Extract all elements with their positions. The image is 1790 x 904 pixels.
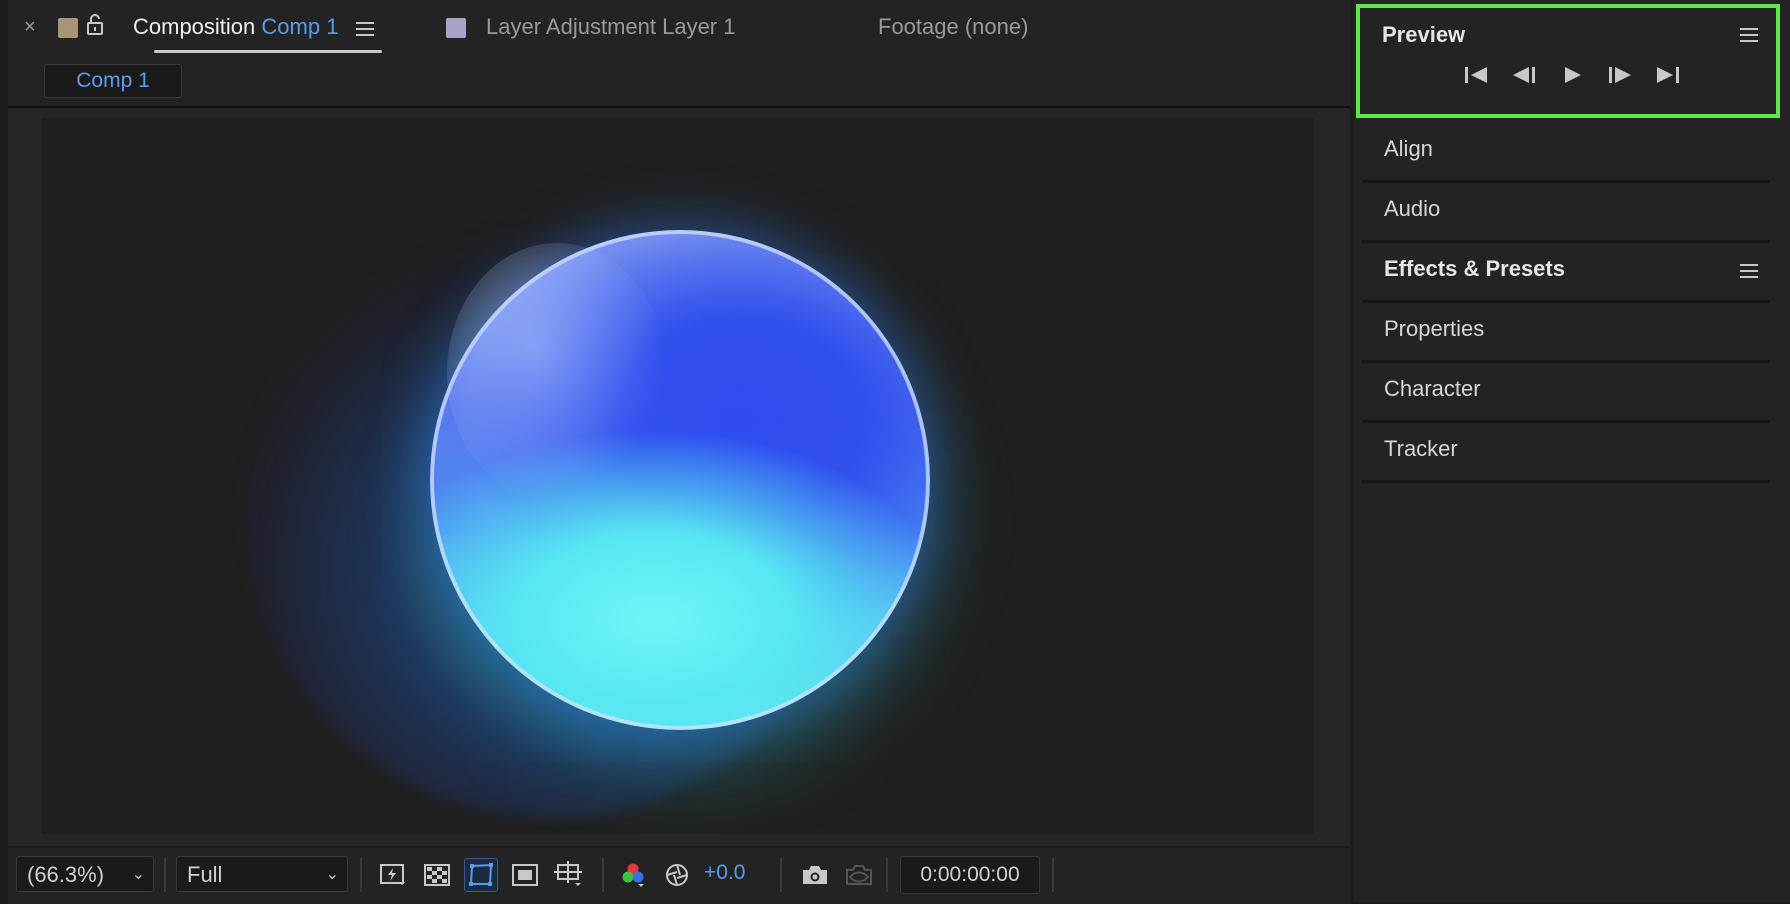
audio-panel[interactable]: Audio [1362, 180, 1770, 243]
preview-menu-icon[interactable] [1740, 28, 1758, 42]
right-panel-stack: Preview Align Audio Effects & Presets Pr… [1354, 0, 1790, 902]
grid-guides-icon[interactable] [552, 858, 586, 892]
last-frame-icon[interactable] [1648, 60, 1688, 90]
tracker-panel-title: Tracker [1384, 436, 1458, 461]
composition-viewer[interactable] [8, 108, 1350, 846]
chevron-down-icon: ⌄ [131, 866, 145, 883]
tracker-panel[interactable]: Tracker [1362, 420, 1770, 483]
transparency-grid-icon[interactable] [420, 858, 454, 892]
magnification-dropdown[interactable]: (66.3%) ⌄ [16, 856, 154, 892]
preview-panel: Preview [1356, 4, 1780, 118]
toolbar-divider [602, 858, 604, 892]
toolbar-divider [780, 858, 782, 892]
mask-visibility-icon[interactable] [464, 858, 498, 892]
close-tab-icon[interactable]: × [24, 16, 36, 39]
first-frame-icon[interactable] [1456, 60, 1496, 90]
fast-previews-icon[interactable] [376, 858, 410, 892]
tab-composition-prefix: Composition [133, 14, 256, 39]
resolution-dropdown[interactable]: Full ⌄ [176, 856, 348, 892]
play-icon[interactable] [1552, 60, 1592, 90]
character-panel[interactable]: Character [1362, 360, 1770, 423]
character-panel-title: Character [1384, 376, 1481, 401]
tab-footage[interactable]: Footage (none) [878, 14, 1028, 40]
tab-menu-icon[interactable] [356, 22, 374, 36]
show-snapshot-icon[interactable] [842, 858, 876, 892]
region-of-interest-icon[interactable] [508, 858, 542, 892]
channel-rgb-icon[interactable] [616, 858, 650, 892]
next-frame-icon[interactable] [1600, 60, 1640, 90]
magnification-value: (66.3%) [27, 862, 105, 887]
lock-icon[interactable] [86, 14, 104, 41]
audio-panel-title: Audio [1384, 196, 1441, 221]
toolbar-divider [1052, 858, 1054, 892]
sphere-highlight [447, 243, 667, 503]
exposure-value[interactable]: +0.0 [704, 861, 745, 885]
align-panel[interactable]: Align [1362, 120, 1770, 183]
resolution-value: Full [187, 862, 223, 887]
camera-snapshot-icon[interactable] [798, 858, 832, 892]
current-time-display[interactable]: 0:00:00:00 [900, 856, 1040, 894]
effects-presets-panel[interactable]: Effects & Presets [1362, 240, 1770, 303]
toolbar-divider [886, 858, 888, 892]
properties-panel-title: Properties [1384, 316, 1485, 341]
composition-color-swatch [58, 18, 78, 38]
effects-presets-panel-title: Effects & Presets [1384, 256, 1565, 281]
active-tab-indicator [154, 50, 382, 53]
tab-composition-name: Comp 1 [261, 14, 339, 39]
chevron-down-icon: ⌄ [325, 866, 339, 883]
comp-navigator-tab[interactable]: Comp 1 [44, 64, 182, 98]
tab-composition[interactable]: Composition Comp 1 [133, 14, 338, 40]
toolbar-divider [360, 858, 362, 892]
properties-panel[interactable]: Properties [1362, 300, 1770, 363]
align-panel-title: Align [1384, 136, 1433, 161]
preview-title[interactable]: Preview [1382, 22, 1465, 48]
layer-color-swatch [446, 18, 466, 38]
reset-exposure-icon[interactable] [660, 858, 694, 892]
composition-panel: × Composition Comp 1 Layer Adjustment La… [8, 0, 1350, 904]
previous-frame-icon[interactable] [1504, 60, 1544, 90]
composition-canvas[interactable] [42, 118, 1314, 834]
viewer-toolbar: (66.3%) ⌄ Full ⌄ +0.0 0:00:00:00 [8, 846, 1350, 904]
effects-presets-menu-icon[interactable] [1740, 264, 1758, 278]
tab-layer[interactable]: Layer Adjustment Layer 1 [486, 14, 735, 40]
toolbar-divider [164, 858, 166, 892]
panel-tab-bar: × Composition Comp 1 Layer Adjustment La… [8, 0, 1350, 62]
